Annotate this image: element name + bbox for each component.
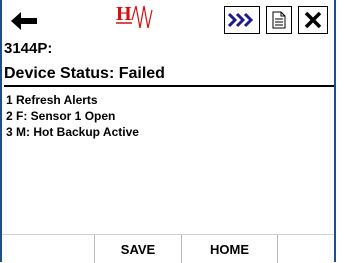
back-button[interactable] bbox=[6, 7, 42, 35]
toolbar: H bbox=[2, 0, 334, 40]
alert-list: 1 Refresh Alerts 2 F: Sensor 1 Open 3 M:… bbox=[6, 92, 139, 140]
logo-letter: H bbox=[116, 3, 132, 25]
document-button[interactable] bbox=[266, 6, 292, 34]
list-item[interactable]: 1 Refresh Alerts bbox=[6, 92, 139, 108]
triple-chevron-right-icon bbox=[227, 12, 254, 28]
device-status: Device Status: Failed bbox=[4, 63, 334, 87]
bottom-bar: SAVE HOME bbox=[2, 234, 334, 263]
close-button[interactable] bbox=[298, 6, 328, 34]
device-screen: H 3144P: Device Status: Failed 1 Refresh… bbox=[0, 0, 336, 263]
document-icon bbox=[272, 11, 286, 29]
device-id: 3144P: bbox=[4, 40, 53, 57]
list-item[interactable]: 3 M: Hot Backup Active bbox=[6, 124, 139, 140]
save-button[interactable]: SAVE bbox=[94, 235, 182, 263]
list-item[interactable]: 2 F: Sensor 1 Open bbox=[6, 108, 139, 124]
next-button[interactable] bbox=[224, 6, 260, 34]
close-x-icon bbox=[304, 11, 322, 29]
hart-logo: H bbox=[114, 2, 160, 32]
home-button[interactable]: HOME bbox=[182, 235, 278, 263]
left-arrow-icon bbox=[11, 12, 37, 30]
